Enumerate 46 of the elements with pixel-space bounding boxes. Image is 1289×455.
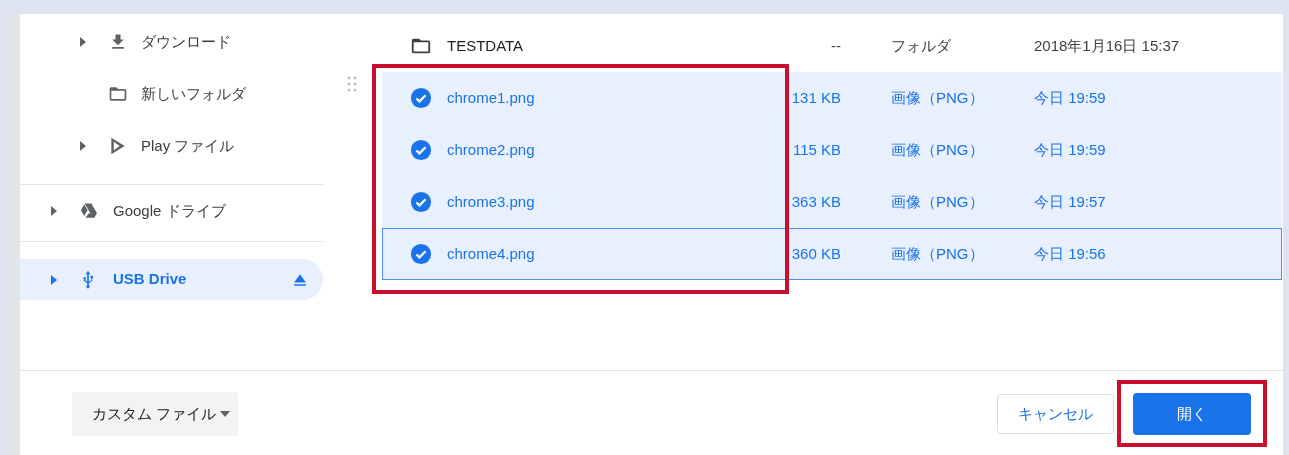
- file-type: 画像（PNG）: [891, 243, 985, 264]
- file-row[interactable]: chrome3.png 363 KB 画像（PNG） 今日 19:57: [382, 176, 1282, 228]
- sidebar-item[interactable]: 新しいフォルダ: [20, 68, 332, 120]
- folder-icon: [108, 84, 128, 104]
- check-circle-icon: [410, 243, 432, 265]
- file-date: 今日 19:57: [1034, 191, 1106, 212]
- file-size: 131 KB: [790, 87, 841, 108]
- check-circle-icon: [410, 191, 432, 213]
- check-circle-icon: [410, 87, 432, 109]
- open-button[interactable]: 開く: [1133, 393, 1251, 435]
- sidebar-label: 新しいフォルダ: [141, 83, 246, 104]
- file-row[interactable]: chrome2.png 115 KB 画像（PNG） 今日 19:59: [382, 124, 1282, 176]
- file-size: 363 KB: [790, 191, 841, 212]
- file-date: 今日 19:56: [1034, 243, 1106, 264]
- sidebar-item[interactable]: Google ドライブ: [20, 185, 332, 237]
- file-type: 画像（PNG）: [891, 87, 985, 108]
- check-circle-icon: [410, 139, 432, 161]
- file-name: chrome2.png: [447, 139, 536, 160]
- file-size: --: [830, 35, 841, 56]
- sidebar-item[interactable]: USB Drive: [20, 259, 323, 300]
- file-name: TESTDATA: [447, 35, 525, 56]
- file-date: 今日 19:59: [1034, 87, 1106, 108]
- file-row[interactable]: chrome4.png 360 KB 画像（PNG） 今日 19:56: [382, 228, 1282, 280]
- file-name: chrome1.png: [447, 87, 536, 108]
- sidebar-label: Google ドライブ: [113, 200, 226, 221]
- drive-icon: [78, 201, 98, 221]
- caret-icon: [220, 411, 231, 417]
- file-row[interactable]: chrome1.png 131 KB 画像（PNG） 今日 19:59: [382, 72, 1282, 124]
- file-date: 今日 19:59: [1034, 139, 1106, 160]
- sidebar-label: USB Drive: [113, 269, 187, 290]
- file-type: 画像（PNG）: [891, 139, 985, 160]
- sidebar-item[interactable]: ダウンロード: [20, 16, 332, 68]
- file-row[interactable]: TESTDATA -- フォルダ 2018年1月16日 15:37: [382, 20, 1282, 72]
- file-name: chrome4.png: [447, 243, 536, 264]
- file-type: 画像（PNG）: [891, 191, 985, 212]
- file-size: 360 KB: [790, 243, 841, 264]
- file-size: 115 KB: [791, 139, 841, 160]
- file-type-dropdown[interactable]: カスタム ファイル: [72, 392, 239, 436]
- sidebar-label: ダウンロード: [141, 31, 231, 52]
- sidebar-item[interactable]: Play ファイル: [20, 120, 332, 172]
- file-date: 2018年1月16日 15:37: [1034, 35, 1180, 56]
- file-name: chrome3.png: [447, 191, 536, 212]
- drag-handle-icon[interactable]: [346, 76, 358, 92]
- sidebar-label: Play ファイル: [141, 135, 235, 156]
- cancel-button[interactable]: キャンセル: [997, 394, 1114, 434]
- file-type: フォルダ: [891, 35, 952, 56]
